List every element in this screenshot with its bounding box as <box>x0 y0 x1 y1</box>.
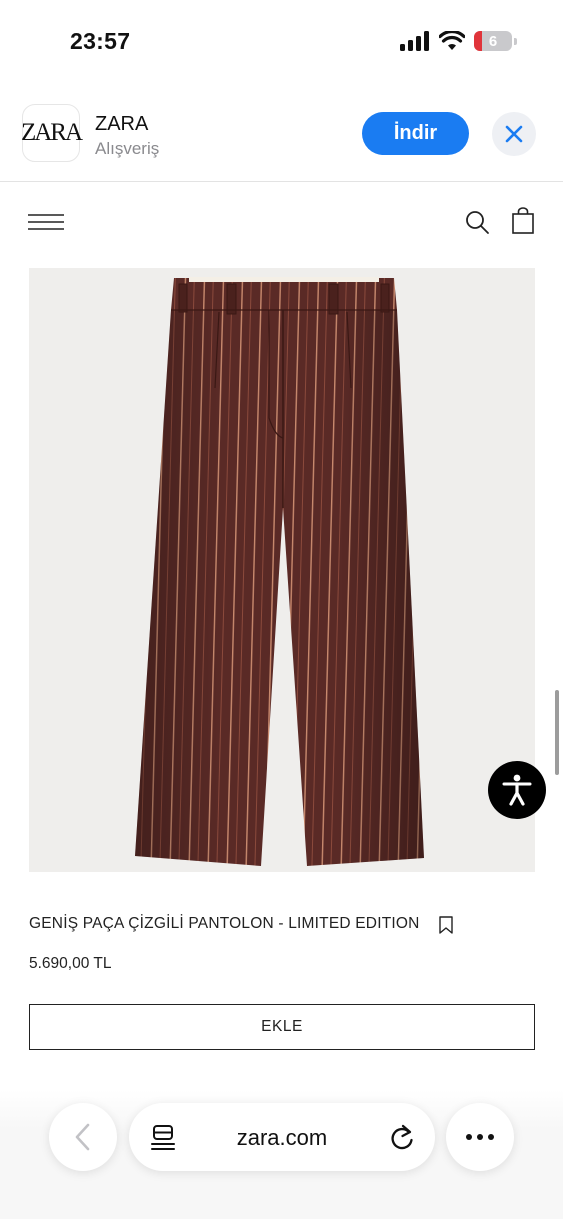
battery-icon: 6 <box>474 31 512 51</box>
site-header <box>0 195 563 251</box>
accessibility-button[interactable] <box>488 761 546 819</box>
reload-icon[interactable] <box>389 1123 415 1151</box>
cellular-signal-icon <box>400 31 429 51</box>
status-time: 23:57 <box>70 28 131 54</box>
add-to-cart-button[interactable]: EKLE <box>29 1004 535 1050</box>
battery-level: 6 <box>488 32 498 50</box>
more-options-button[interactable] <box>446 1103 514 1171</box>
back-button[interactable] <box>49 1103 117 1171</box>
striped-trousers-image <box>135 277 424 866</box>
product-name: GENİŞ PAÇA ÇİZGİLİ PANTOLON - LIMITED ED… <box>29 915 420 932</box>
product-image[interactable] <box>29 268 535 872</box>
close-icon <box>505 125 523 143</box>
status-icons: 6 <box>400 31 517 51</box>
app-banner: ZARA ZARA Alışveriş İndir <box>0 84 563 182</box>
app-category: Alışveriş <box>95 139 160 158</box>
status-bar: 23:57 6 <box>0 0 563 84</box>
download-button[interactable]: İndir <box>362 112 469 155</box>
shopping-bag-icon[interactable] <box>511 207 535 235</box>
scrollbar-thumb[interactable] <box>555 690 559 775</box>
close-banner-button[interactable] <box>492 112 536 156</box>
search-icon[interactable] <box>464 209 490 235</box>
product-price: 5.690,00 TL <box>29 955 112 972</box>
accessibility-icon <box>502 774 532 806</box>
zara-app-logo: ZARA <box>21 104 83 162</box>
wifi-icon <box>439 31 465 50</box>
battery-tip <box>514 37 517 45</box>
bookmark-icon[interactable] <box>438 916 454 934</box>
browser-bar: zara.com <box>0 1090 563 1219</box>
app-name: ZARA <box>95 113 149 135</box>
address-bar[interactable]: zara.com <box>129 1103 435 1171</box>
hamburger-menu-icon[interactable] <box>28 212 64 232</box>
chevron-left-icon <box>75 1123 90 1151</box>
more-dots-icon <box>466 1134 494 1140</box>
